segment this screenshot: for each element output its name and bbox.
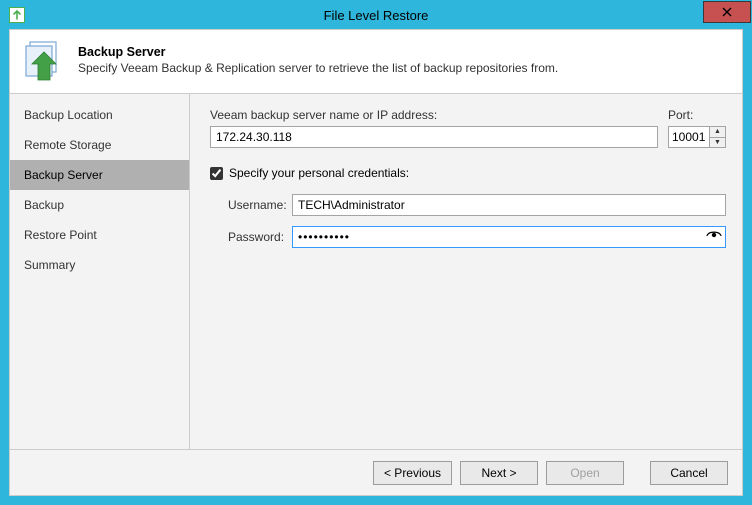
- header-icon: [20, 36, 68, 84]
- eye-icon: [706, 230, 722, 242]
- server-label: Veeam backup server name or IP address:: [210, 108, 658, 122]
- wizard-footer: < Previous Next > Open Cancel: [10, 449, 742, 495]
- specify-credentials-checkbox[interactable]: [210, 167, 223, 180]
- port-input[interactable]: [668, 126, 710, 148]
- step-restore-point[interactable]: Restore Point: [10, 220, 189, 250]
- wizard-content: Veeam backup server name or IP address: …: [190, 94, 742, 449]
- window-title: File Level Restore: [1, 8, 751, 23]
- cancel-button[interactable]: Cancel: [650, 461, 728, 485]
- password-label: Password:: [228, 230, 292, 244]
- wizard-inner: Backup Server Specify Veeam Backup & Rep…: [9, 29, 743, 496]
- close-icon: [722, 7, 732, 17]
- step-summary[interactable]: Summary: [10, 250, 189, 280]
- step-backup[interactable]: Backup: [10, 190, 189, 220]
- next-button[interactable]: Next >: [460, 461, 538, 485]
- reveal-password-button[interactable]: [706, 230, 722, 245]
- port-up-button[interactable]: ▲: [710, 127, 725, 138]
- step-backup-server[interactable]: Backup Server: [10, 160, 189, 190]
- step-remote-storage[interactable]: Remote Storage: [10, 130, 189, 160]
- titlebar: File Level Restore: [1, 1, 751, 29]
- password-input[interactable]: [292, 226, 726, 248]
- step-backup-location[interactable]: Backup Location: [10, 100, 189, 130]
- close-button[interactable]: [703, 1, 751, 23]
- port-down-button[interactable]: ▼: [710, 138, 725, 148]
- open-button: Open: [546, 461, 624, 485]
- wizard-header: Backup Server Specify Veeam Backup & Rep…: [10, 30, 742, 94]
- wizard-body: Backup Location Remote Storage Backup Se…: [10, 94, 742, 449]
- port-spinner: ▲ ▼: [710, 126, 726, 148]
- wizard-steps: Backup Location Remote Storage Backup Se…: [10, 94, 190, 449]
- page-description: Specify Veeam Backup & Replication serve…: [78, 61, 558, 75]
- wizard-window: File Level Restore Backup Server Specify…: [0, 0, 752, 505]
- specify-credentials-label: Specify your personal credentials:: [229, 166, 409, 180]
- username-label: Username:: [228, 198, 292, 212]
- port-label: Port:: [668, 108, 726, 122]
- server-input[interactable]: [210, 126, 658, 148]
- username-input[interactable]: [292, 194, 726, 216]
- page-title: Backup Server: [78, 45, 558, 59]
- previous-button[interactable]: < Previous: [373, 461, 452, 485]
